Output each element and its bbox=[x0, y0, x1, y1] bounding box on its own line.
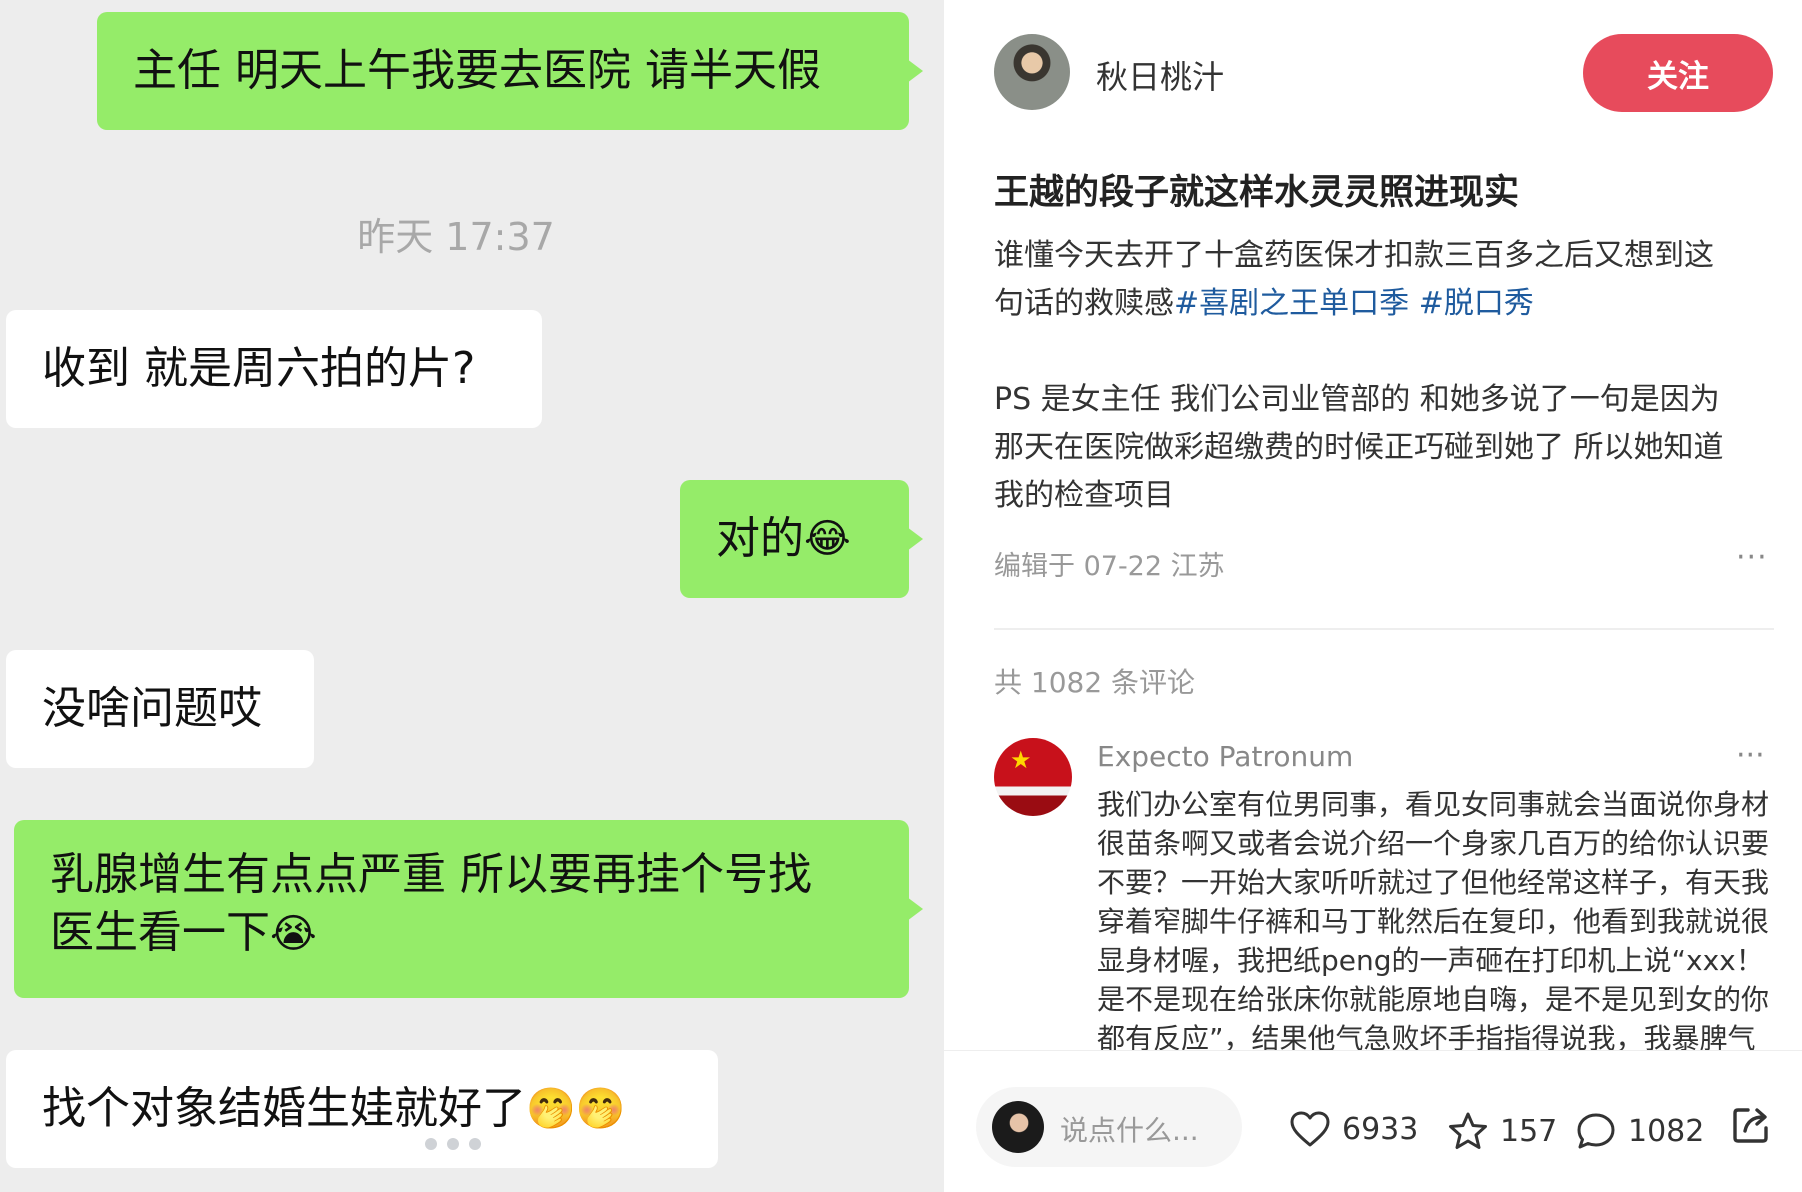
message-text: 主任 明天上午我要去医院 请半天假 bbox=[133, 45, 821, 96]
page-indicator bbox=[425, 1138, 481, 1150]
hashtag-link[interactable]: #喜剧之王单口季 bbox=[1174, 286, 1409, 321]
comment-line: 很苗条啊又或者会说介绍一个身家几百万的给你认识要 bbox=[1097, 827, 1770, 860]
post-body-line: 我的检查项目 bbox=[994, 478, 1174, 513]
laughing-emoji-icon: 😂 bbox=[804, 516, 851, 562]
like-count: 6933 bbox=[1342, 1111, 1419, 1147]
follow-button[interactable]: 关注 bbox=[1583, 34, 1773, 112]
page-dot bbox=[425, 1138, 437, 1150]
heart-icon bbox=[1290, 1111, 1330, 1147]
post-body-line: 那天在医院做彩超缴费的时候正巧碰到她了 所以她知道 bbox=[994, 430, 1724, 465]
message-text: 没啥问题哎 bbox=[42, 683, 262, 734]
favorite-count: 157 bbox=[1500, 1113, 1558, 1149]
message-timestamp: 昨天 17:37 bbox=[357, 215, 555, 259]
share-icon[interactable] bbox=[1730, 1104, 1772, 1146]
crying-emoji-icon: 😭 bbox=[270, 911, 317, 957]
message-bubble[interactable]: 乳腺增生有点点严重 所以要再挂个号找 医生看一下😭 bbox=[14, 820, 923, 998]
message-bubble[interactable]: 收到 就是周六拍的片? bbox=[6, 310, 542, 428]
hashtag-link[interactable]: #脱口秀 bbox=[1419, 286, 1534, 321]
comment-more-icon[interactable]: ··· bbox=[1736, 738, 1765, 773]
more-options-icon[interactable]: ··· bbox=[1736, 540, 1768, 575]
message-bubble[interactable]: 对的 😂 bbox=[680, 480, 923, 598]
post-body-line: PS 是女主任 我们公司业管部的 和她多说了一句是因为 bbox=[994, 382, 1720, 417]
message-bubble[interactable]: 没啥问题哎 bbox=[6, 650, 314, 768]
bottom-action-bar: 说点什么... 6933 157 1082 bbox=[944, 1050, 1802, 1192]
favorite-button[interactable]: 157 bbox=[1448, 1111, 1557, 1151]
message-text: 乳腺增生有点点严重 所以要再挂个号找 bbox=[50, 849, 812, 900]
comment-icon bbox=[1577, 1113, 1615, 1149]
commenter-avatar[interactable]: ★ bbox=[994, 738, 1072, 816]
comment-line: 显身材喔，我把纸peng的一声砸在打印机上说“xxx！ bbox=[1097, 944, 1764, 977]
message-text: 收到 就是周六拍的片? bbox=[42, 343, 476, 394]
divider bbox=[994, 628, 1774, 630]
post-title: 王越的段子就这样水灵灵照进现实 bbox=[994, 173, 1520, 213]
comment-line: 穿着窄脚牛仔裤和马丁靴然后在复印，他看到我就说很 bbox=[1097, 905, 1770, 938]
comment-line: 不要？一开始大家听听就过了但他经常这样子，有天我 bbox=[1097, 866, 1770, 899]
comment-input-placeholder: 说点什么... bbox=[1060, 1114, 1199, 1147]
message-text: 找个对象结婚生娃就好了 bbox=[42, 1083, 526, 1134]
page-dot bbox=[447, 1138, 459, 1150]
hand-over-mouth-emoji-icon: 🤭🤭 bbox=[526, 1086, 626, 1132]
comment-total: 1082 bbox=[1628, 1113, 1705, 1149]
comment-text: 我们办公室有位男同事，看见女同事就会当面说你身材 很苗条啊又或者会说介绍一个身家… bbox=[1097, 785, 1777, 1057]
message-bubble[interactable]: 找个对象结婚生娃就好了 🤭🤭 bbox=[6, 1050, 718, 1168]
like-button[interactable]: 6933 bbox=[1290, 1111, 1418, 1147]
commenter-name[interactable]: Expecto Patronum bbox=[1097, 740, 1353, 773]
message-text: 医生看一下 bbox=[50, 907, 270, 958]
post-meta: 编辑于 07-22 江苏 bbox=[994, 551, 1225, 582]
comment-line: 是不是现在给张床你就能原地自嗨，是不是见到女的你 bbox=[1097, 983, 1770, 1016]
comment-line: 我们办公室有位男同事，看见女同事就会当面说你身材 bbox=[1097, 788, 1770, 821]
post-body-line: 句话的救赎感 bbox=[994, 286, 1174, 321]
author-avatar[interactable] bbox=[994, 34, 1070, 110]
star-icon bbox=[1449, 1112, 1487, 1149]
flag-star-icon: ★ bbox=[1010, 746, 1032, 774]
chat-panel: 主任 明天上午我要去医院 请半天假 昨天 17:37 收到 就是周六拍的片? 对… bbox=[0, 0, 944, 1192]
comment-count: 共 1082 条评论 bbox=[994, 666, 1196, 699]
message-text: 对的 bbox=[716, 513, 804, 564]
author-name[interactable]: 秋日桃汁 bbox=[1096, 52, 1224, 98]
message-bubble[interactable]: 主任 明天上午我要去医院 请半天假 bbox=[97, 12, 923, 130]
user-avatar bbox=[992, 1101, 1044, 1153]
post-body-line: 谁懂今天去开了十盒药医保才扣款三百多之后又想到这 bbox=[994, 238, 1714, 273]
post-panel: 秋日桃汁 关注 王越的段子就这样水灵灵照进现实 谁懂今天去开了十盒药医保才扣款三… bbox=[944, 0, 1802, 1192]
comment-button[interactable]: 1082 bbox=[1576, 1111, 1704, 1151]
comment-input[interactable]: 说点什么... bbox=[976, 1087, 1242, 1167]
post-body: 谁懂今天去开了十盒药医保才扣款三百多之后又想到这 句话的救赎感#喜剧之王单口季 … bbox=[994, 232, 1774, 520]
page-dot bbox=[469, 1138, 481, 1150]
